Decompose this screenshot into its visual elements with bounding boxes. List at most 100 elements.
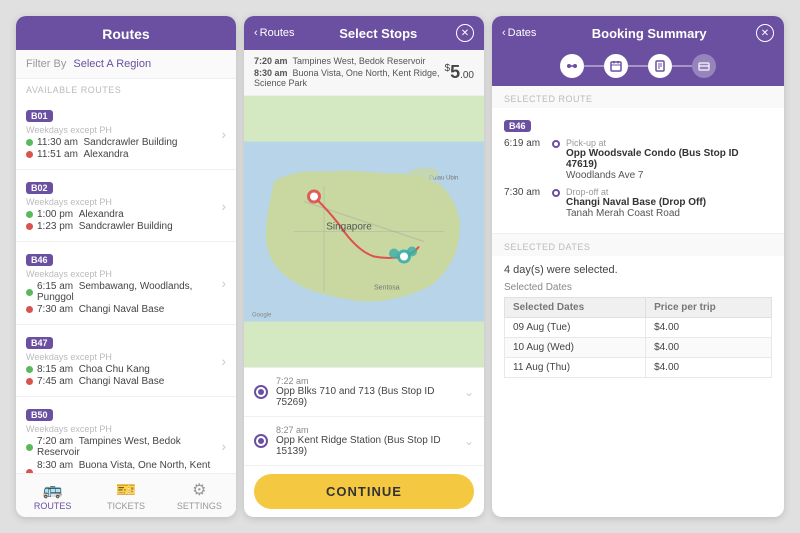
stop-dot-pin [26,151,33,158]
nav-settings[interactable]: ⚙ SETTINGS [163,474,236,517]
stop-dot-pin [26,223,33,230]
stop-radio-1[interactable] [254,385,268,399]
route-item-b46[interactable]: B46 Weekdays except PH 6:15 am Sembawang… [16,242,236,325]
route-badge-b50: B50 [26,409,53,421]
booking-back-button[interactable]: ‹ Dates [502,27,536,39]
price-cell: $4.00 [646,318,772,338]
booking-steps [492,50,784,86]
route-days-b02: Weekdays except PH [26,197,217,207]
routes-panel: Routes Filter By Select A Region AVAILAB… [16,16,236,517]
stop-radio-fill [258,389,264,395]
dropoff-road: Tanah Merah Coast Road [566,208,772,219]
date-cell: 11 Aug (Thu) [505,358,646,378]
stop-dot-green [26,366,33,373]
stop-item-1[interactable]: 7:22 am Opp Blks 710 and 713 (Bus Stop I… [244,368,484,417]
booking-route-badge: B46 [504,120,531,132]
routes-title: Routes [102,26,149,42]
step-route [560,54,584,78]
nav-routes-label: ROUTES [34,501,72,511]
step-line-3 [672,65,692,67]
booking-close-button[interactable]: ✕ [756,24,774,42]
stops-list: 7:22 am Opp Blks 710 and 713 (Bus Stop I… [244,367,484,466]
route-badge-b02: B02 [26,182,53,194]
dropoff-time: 7:30 am [504,187,546,219]
pickup-label: Pick-up at [566,138,772,148]
selected-dates-label: SELECTED DATES [492,234,784,256]
pickup-road: Woodlands Ave 7 [566,170,772,181]
date-cell: 09 Aug (Tue) [505,318,646,338]
stop-dot-green [26,444,33,451]
settings-icon: ⚙ [192,480,206,500]
pickup-time: 6:19 am [504,138,546,181]
stop-chevron-icon: ⌄ [464,385,474,399]
price-col-header: Price per trip [646,298,772,318]
available-label: AVAILABLE ROUTES [16,79,236,98]
selected-route-box: B46 6:19 am Pick-up at Opp Woodsvale Con… [492,108,784,234]
close-button[interactable]: ✕ [456,24,474,42]
route-item-b01[interactable]: B01 Weekdays except PH 11:30 am Sandcraw… [16,98,236,170]
route-summary-bar: 7:20 am Tampines West, Bedok Reservoir 8… [244,50,484,96]
table-row: 10 Aug (Wed) $4.00 [505,338,772,358]
step-summary [648,54,672,78]
route-badge-b47: B47 [26,337,53,349]
stop-dot-green [26,139,33,146]
stops-title: Select Stops [301,26,456,41]
stop-dot-green [26,211,33,218]
pickup-name: Opp Woodsvale Condo (Bus Stop ID 47619) [566,148,772,170]
price-cell: $4.00 [646,338,772,358]
stop-item-2[interactable]: 8:27 am Opp Kent Ridge Station (Bus Stop… [244,417,484,466]
chevron-right-icon: › [221,353,226,369]
dropoff-dot [552,189,560,197]
price-badge: $5.00 [445,62,474,83]
back-button[interactable]: ‹ Routes [254,27,295,39]
route-item-b50[interactable]: B50 Weekdays except PH 7:20 am Tampines … [16,397,236,473]
dates-col-header: Selected Dates [505,298,646,318]
stop-radio-fill [258,438,264,444]
back-arrow-icon: ‹ [502,27,506,39]
chevron-right-icon: › [221,275,226,291]
bottom-nav: 🚌 ROUTES 🎫 TICKETS ⚙ SETTINGS [16,473,236,517]
nav-settings-label: SETTINGS [177,501,222,511]
dates-sublabel: Selected Dates [504,282,772,293]
routes-header: Routes [16,16,236,50]
step-date [604,54,628,78]
route-days-b50: Weekdays except PH [26,424,217,434]
nav-tickets[interactable]: 🎫 TICKETS [89,474,162,517]
booking-title: Booking Summary [542,26,756,41]
chevron-right-icon: › [221,126,226,142]
stops-header: ‹ Routes Select Stops ✕ [244,16,484,50]
nav-tickets-label: TICKETS [107,501,145,511]
pickup-detail: 6:19 am Pick-up at Opp Woodsvale Condo (… [504,138,772,181]
filter-value[interactable]: Select A Region [73,58,151,70]
summary-time2: 8:30 am Buona Vista, One North, Kent Rid… [254,68,445,88]
svg-text:Google: Google [252,313,272,319]
booking-content: SELECTED ROUTE B46 6:19 am Pick-up at Op… [492,86,784,517]
stop-dot-green [26,289,33,296]
nav-routes[interactable]: 🚌 ROUTES [16,474,89,517]
route-item-b02[interactable]: B02 Weekdays except PH 1:00 pm Alexandra… [16,170,236,242]
booking-panel: ‹ Dates Booking Summary ✕ [492,16,784,517]
stop-dot-pin [26,378,33,385]
svg-text:Sentosa: Sentosa [374,285,400,292]
step-payment [692,54,716,78]
continue-button[interactable]: CONTINUE [254,474,474,509]
chevron-right-icon: › [221,438,226,454]
stop-radio-2[interactable] [254,434,268,448]
stop-text-1: 7:22 am Opp Blks 710 and 713 (Bus Stop I… [276,376,464,408]
select-stops-panel: ‹ Routes Select Stops ✕ 7:20 am Tampines… [244,16,484,517]
route-item-b47[interactable]: B47 Weekdays except PH 8:15 am Choa Chu … [16,325,236,397]
map-area: Singapore Sentosa Pulau Ubin Google [244,96,484,367]
filter-row[interactable]: Filter By Select A Region [16,50,236,79]
chevron-right-icon: › [221,198,226,214]
dates-count: 4 day(s) were selected. [504,264,772,276]
back-arrow-icon: ‹ [254,27,258,39]
route-days-b46: Weekdays except PH [26,269,217,279]
bus-icon: 🚌 [43,480,63,500]
pickup-dot [552,140,560,148]
step-line-1 [584,65,604,67]
stop-dot-pin [26,306,33,313]
stop-chevron-icon: ⌄ [464,434,474,448]
stop-text-2: 8:27 am Opp Kent Ridge Station (Bus Stop… [276,425,464,457]
dropoff-label: Drop-off at [566,187,772,197]
route-days-b01: Weekdays except PH [26,125,217,135]
